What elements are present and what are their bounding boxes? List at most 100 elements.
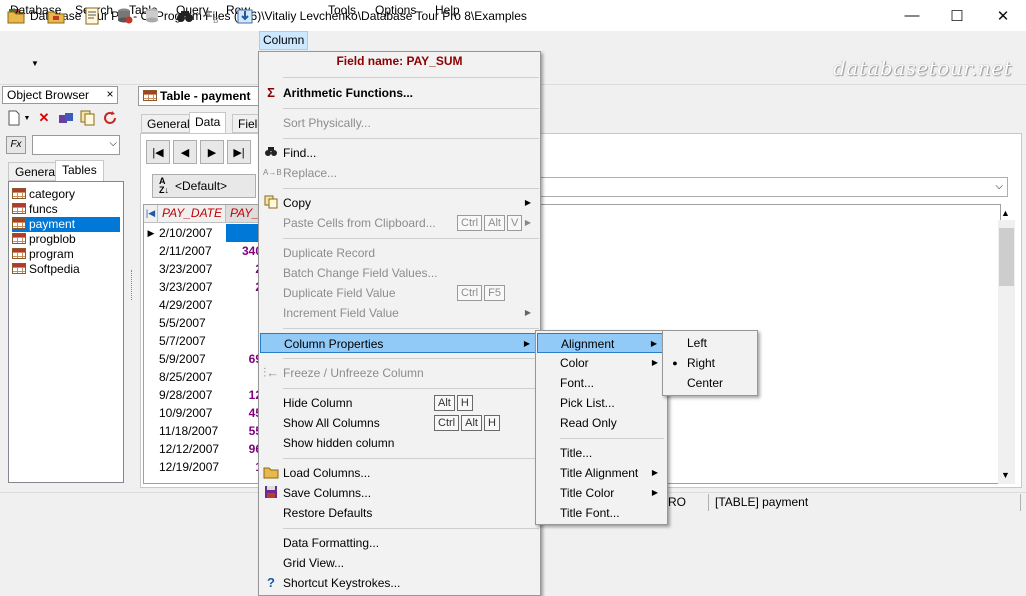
filter-select[interactable]: ⌵ — [32, 135, 120, 155]
cell-pay-date[interactable]: 4/29/2007 — [158, 296, 226, 314]
table-item-funcs[interactable]: funcs — [12, 202, 60, 217]
sort-button[interactable]: A Z↓ <Default> — [152, 174, 256, 198]
copy-object-icon[interactable] — [78, 108, 98, 128]
scroll-down-icon[interactable]: ▼ — [1001, 470, 1010, 480]
row-indicator[interactable] — [144, 332, 158, 350]
menu-column-properties[interactable]: Column Properties ▶ — [260, 333, 539, 353]
scroll-up-icon[interactable]: ▲ — [1001, 208, 1010, 218]
cell-pay-date[interactable]: 9/28/2007 — [158, 386, 226, 404]
table-item-softpedia[interactable]: Softpedia — [12, 262, 82, 277]
cell-pay-date[interactable]: 3/23/2007 — [158, 278, 226, 296]
row-indicator[interactable] — [144, 404, 158, 422]
find-icon[interactable] — [173, 4, 197, 28]
last-record-icon[interactable]: ▶| — [227, 140, 251, 164]
cell-pay-date[interactable]: 12/19/2007 — [158, 458, 226, 476]
menu-tools[interactable]: Tools — [325, 2, 359, 20]
row-indicator[interactable] — [144, 458, 158, 476]
row-indicator[interactable] — [144, 422, 158, 440]
submenu-font[interactable]: Font... — [537, 373, 666, 393]
submenu-title-alignment[interactable]: Title Alignment ▶ — [537, 463, 666, 483]
cell-pay-date[interactable]: 10/9/2007 — [158, 404, 226, 422]
sort-order-combo[interactable]: ⌵ — [540, 177, 1008, 197]
cell-pay-date[interactable]: 5/7/2007 — [158, 332, 226, 350]
next-record-icon[interactable]: ▶ — [200, 140, 224, 164]
object-browser-close-icon[interactable]: × — [103, 87, 117, 101]
open-dropdown-icon[interactable]: ▼ — [31, 59, 41, 75]
row-indicator[interactable] — [144, 260, 158, 278]
row-indicator[interactable] — [144, 386, 158, 404]
open-folder-icon[interactable] — [44, 4, 68, 28]
scrollbar-thumb[interactable] — [999, 228, 1014, 286]
table-item-category[interactable]: category — [12, 187, 77, 202]
cell-pay-date[interactable]: 8/25/2007 — [158, 368, 226, 386]
cell-pay-date[interactable]: 2/11/2007 — [158, 242, 226, 260]
menu-duplicate-field-value[interactable]: Duplicate Field Value Ctrl F5 — [260, 283, 539, 303]
submenu-read-only[interactable]: Read Only — [537, 413, 666, 433]
prior-record-icon[interactable]: ◀ — [173, 140, 197, 164]
menu-batch-change[interactable]: Batch Change Field Values... — [260, 263, 539, 283]
alignment-left[interactable]: Left — [664, 333, 756, 353]
menu-sort-physically[interactable]: Sort Physically... — [260, 113, 539, 133]
minimize-button[interactable]: — — [889, 0, 935, 31]
menu-help[interactable]: Help — [432, 2, 463, 20]
open-database-icon[interactable] — [4, 4, 28, 28]
menu-find[interactable]: Find... — [260, 143, 539, 163]
filter-function-button[interactable]: Fx — [6, 136, 26, 154]
tab-tables[interactable]: Tables — [55, 160, 104, 182]
new-object-dropdown-icon[interactable]: ▼ — [22, 108, 32, 128]
menu-copy[interactable]: Copy ▶ — [260, 193, 539, 213]
refresh-icon[interactable] — [100, 108, 120, 128]
sql-editor-icon[interactable] — [80, 4, 104, 28]
delete-object-icon[interactable]: ✕ — [34, 108, 54, 128]
menu-options[interactable]: Options — [372, 2, 419, 20]
export-icon[interactable] — [233, 4, 257, 28]
menu-save-columns[interactable]: Save Columns... — [260, 483, 539, 503]
menu-increment-field-value[interactable]: Increment Field Value ▶ — [260, 303, 539, 323]
replace-icon[interactable]: AB — [201, 4, 225, 28]
cell-pay-date[interactable]: 12/12/2007 — [158, 440, 226, 458]
table-item-program[interactable]: program — [12, 247, 76, 262]
cell-pay-date[interactable]: 5/5/2007 — [158, 314, 226, 332]
menu-grid-view[interactable]: Grid View... — [260, 553, 539, 573]
table-item-progblob[interactable]: progblob — [12, 232, 78, 247]
grid-corner[interactable]: |◀ — [144, 205, 158, 223]
submenu-pick-list[interactable]: Pick List... — [537, 393, 666, 413]
menu-show-all-columns[interactable]: Show All Columns Ctrl Alt H — [260, 413, 539, 433]
database-connect-icon[interactable] — [112, 4, 136, 28]
cell-pay-date[interactable]: 11/18/2007 — [158, 422, 226, 440]
menu-hide-column[interactable]: Hide Column Alt H — [260, 393, 539, 413]
current-row-indicator-icon[interactable]: ▶ — [144, 224, 158, 242]
menu-show-hidden-column[interactable]: Show hidden column — [260, 433, 539, 453]
cell-pay-date[interactable]: 5/9/2007 — [158, 350, 226, 368]
alignment-center[interactable]: Center — [664, 373, 756, 393]
tab-fields[interactable]: Fields — [232, 114, 260, 133]
menu-restore-defaults[interactable]: Restore Defaults — [260, 503, 539, 523]
menu-shortcut-keystrokes[interactable]: ? Shortcut Keystrokes... — [260, 573, 539, 593]
tab-general[interactable]: General — [141, 114, 196, 133]
submenu-title-font[interactable]: Title Font... — [537, 503, 666, 523]
menu-duplicate-record[interactable]: Duplicate Record — [260, 243, 539, 263]
close-button[interactable]: ✕ — [980, 0, 1026, 31]
row-indicator[interactable] — [144, 314, 158, 332]
objects-icon[interactable] — [56, 108, 76, 128]
menu-column[interactable]: Column — [259, 31, 309, 50]
document-tab[interactable]: Table - payment — [138, 86, 262, 106]
row-indicator[interactable] — [144, 278, 158, 296]
table-item-payment[interactable]: payment — [12, 217, 120, 232]
first-record-icon[interactable]: |◀ — [146, 140, 170, 164]
row-indicator[interactable] — [144, 296, 158, 314]
row-indicator[interactable] — [144, 242, 158, 260]
menu-paste-cells[interactable]: Paste Cells from Clipboard... Ctrl Alt V ▶ — [260, 213, 539, 233]
tab-data[interactable]: Data — [189, 112, 227, 134]
maximize-button[interactable]: ☐ — [934, 0, 980, 31]
cell-pay-date[interactable]: 2/10/2007 — [158, 224, 226, 242]
new-object-icon[interactable] — [4, 108, 24, 128]
column-header-pay-date[interactable]: PAY_DATE — [158, 205, 226, 223]
cell-pay-date[interactable]: 3/23/2007 — [158, 260, 226, 278]
menu-load-columns[interactable]: Load Columns... — [260, 463, 539, 483]
database-disconnect-icon[interactable] — [140, 4, 164, 28]
submenu-title[interactable]: Title... — [537, 443, 666, 463]
row-indicator[interactable] — [144, 350, 158, 368]
menu-data-formatting[interactable]: Data Formatting... — [260, 533, 539, 553]
menu-replace[interactable]: A→B Replace... — [260, 163, 539, 183]
